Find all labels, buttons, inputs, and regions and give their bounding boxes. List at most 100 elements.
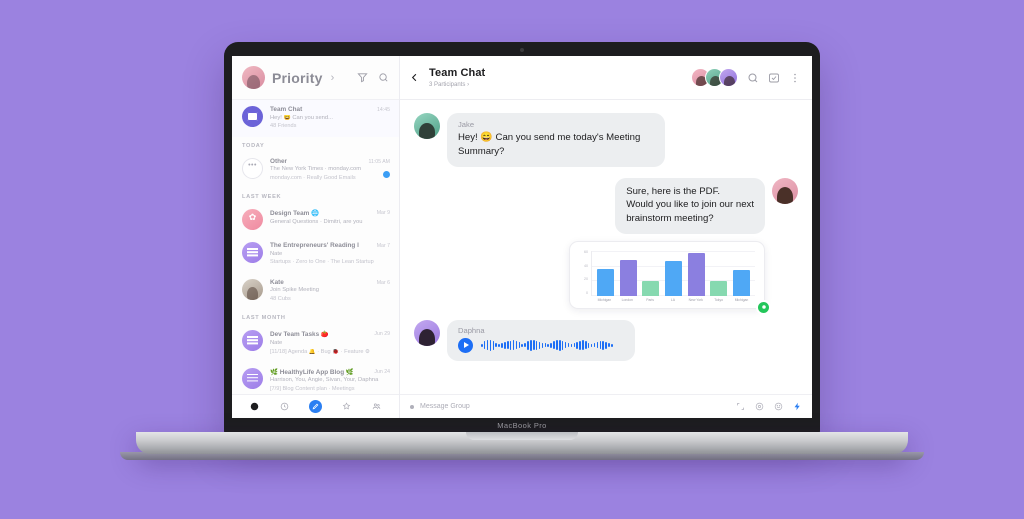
list-item[interactable]: Team Chat Hey! 😄 Can you send... 48 Frie… xyxy=(232,100,399,137)
waveform-bar xyxy=(492,340,495,350)
list-item-preview: General Questions · Dimitri, are you xyxy=(270,218,363,225)
emoji-icon[interactable] xyxy=(774,402,783,411)
people-icon[interactable] xyxy=(372,402,381,411)
more-vertical-icon[interactable] xyxy=(789,72,801,84)
attach-icon[interactable] xyxy=(755,402,764,411)
waveform-bar xyxy=(547,343,549,347)
chart-attachment[interactable]: 60 40 20 0 Michigan London Paris LA New … xyxy=(569,240,771,315)
list-item[interactable]: The Entrepreneurs' Reading l Nate Startu… xyxy=(232,236,399,273)
star-flower-icon[interactable] xyxy=(342,402,351,411)
message-bubble[interactable]: Jake Hey! 😄 Can you send me today's Meet… xyxy=(447,113,665,168)
bar xyxy=(733,270,751,296)
message-pdf: Sure, here is the PDF. Would you like to… xyxy=(414,178,798,315)
message-jake: Jake Hey! 😄 Can you send me today's Meet… xyxy=(414,113,798,168)
waveform-bar xyxy=(590,343,593,347)
message-bubble[interactable]: Sure, here is the PDF. Would you like to… xyxy=(615,178,765,234)
waveform-bar xyxy=(535,340,538,350)
y-tick: 60 xyxy=(584,249,588,254)
x-tick: LA xyxy=(670,297,676,302)
message-line: Sure, here is the PDF. xyxy=(626,186,721,198)
search-icon[interactable] xyxy=(747,72,759,84)
list-item-time: Jun 29 xyxy=(374,331,390,338)
avatar xyxy=(719,68,738,87)
group-label-today: TODAY xyxy=(242,142,265,149)
waveform-bar xyxy=(608,343,610,348)
waveform-bar xyxy=(530,339,532,351)
message-input[interactable]: Message Group xyxy=(420,403,470,410)
message-text: Hey! 😄 Can you send me today's Meeting S… xyxy=(458,131,654,158)
avatar xyxy=(242,106,263,127)
search-icon[interactable] xyxy=(378,72,389,83)
filter-icon[interactable] xyxy=(357,72,368,83)
compose-icon[interactable] xyxy=(308,400,322,413)
list-item-title: Design Team 🌐 xyxy=(270,210,320,218)
waveform-bar xyxy=(524,343,526,348)
audio-waveform[interactable] xyxy=(481,338,624,353)
waveform-bar xyxy=(507,341,509,350)
chevron-right-icon[interactable]: › xyxy=(331,72,335,84)
list-item-preview: Nate xyxy=(270,250,283,257)
sidebar-header: Priority › xyxy=(232,56,399,100)
message-composer: Message Group xyxy=(400,394,812,418)
waveform-bar xyxy=(585,341,587,350)
message-voice: Daphna xyxy=(414,319,798,361)
waveform-bar xyxy=(564,342,567,349)
list-item[interactable]: Dev Team Tasks 🍅 Nate [11/18] Agenda 🔔 ·… xyxy=(232,324,399,362)
group-label-last-week: LAST WEEK xyxy=(242,194,282,201)
tasks-checkbox-icon[interactable] xyxy=(768,72,780,84)
list-item-meta: monday.com · Really Good Emails xyxy=(270,174,356,181)
x-tick: Michigan xyxy=(734,297,749,302)
conversation-list[interactable]: Team Chat Hey! 😄 Can you send... 48 Frie… xyxy=(232,100,399,394)
avatar xyxy=(242,242,263,264)
plot-area xyxy=(591,250,755,296)
message-text-part: Hey! xyxy=(458,132,478,143)
smile-emoji-icon: 😄 xyxy=(480,132,493,143)
x-tick: New York xyxy=(688,297,703,302)
message-text: Sure, here is the PDF. Would you like to… xyxy=(626,185,754,225)
back-chevron-icon[interactable] xyxy=(409,72,420,83)
waveform-bar xyxy=(611,343,613,347)
bar xyxy=(619,259,637,296)
user-avatar[interactable] xyxy=(242,66,265,89)
waveform-bar xyxy=(573,343,575,348)
avatar xyxy=(242,330,263,352)
waveform-bar xyxy=(605,341,607,349)
chevron-right-icon: › xyxy=(467,81,470,88)
waveform-bar xyxy=(559,339,561,351)
share-send-icon[interactable] xyxy=(756,299,771,315)
list-item[interactable]: Design Team 🌐 General Questions · Dimitr… xyxy=(232,203,399,236)
clock-icon[interactable] xyxy=(280,402,289,411)
x-tick: Tokyo xyxy=(714,297,724,302)
avatar xyxy=(242,209,263,231)
avatar xyxy=(772,178,798,205)
laptop-base-foot xyxy=(120,452,924,460)
sidebar-title[interactable]: Priority xyxy=(272,70,323,86)
waveform-bar xyxy=(582,340,584,351)
participants-link[interactable]: 3 Participants › xyxy=(429,81,485,88)
laptop-mockup: MacBook Pro Priority › Team Chat Hey! 😄 … xyxy=(0,0,1024,519)
waveform-bar xyxy=(550,342,552,348)
list-item[interactable]: Other The New York Times · monday.com mo… xyxy=(232,152,399,189)
lightning-icon[interactable] xyxy=(793,402,802,411)
home-dot-icon[interactable] xyxy=(250,402,259,411)
waveform-bar xyxy=(518,342,521,349)
avatar xyxy=(242,278,263,300)
voice-message-bubble[interactable]: Daphna xyxy=(447,319,635,361)
expand-icon[interactable] xyxy=(736,402,745,411)
chat-header: Team Chat 3 Participants › xyxy=(400,56,812,100)
waveform-bar xyxy=(533,340,535,351)
waveform-bar xyxy=(593,343,596,348)
composer-dot-icon xyxy=(410,404,414,409)
avatar xyxy=(242,157,263,179)
waveform-bar xyxy=(602,340,604,350)
list-item-meta: Startups · Zero to One · The Lean Startu… xyxy=(270,259,374,266)
waveform-bar xyxy=(596,342,599,349)
list-item-time: Mar 7 xyxy=(376,243,390,250)
list-item[interactable]: 🌿 HealthyLife App Blog 🌿 Harrison, You, … xyxy=(232,362,399,394)
bar xyxy=(687,252,705,296)
list-item-time: Mar 6 xyxy=(376,279,390,286)
participant-avatars[interactable] xyxy=(691,68,738,87)
list-item-meta: [11/18] Agenda 🔔 · Bug 🐞 · Feature ⚙ xyxy=(270,348,371,355)
list-item[interactable]: Kate Join Spike Meeting 48 Cubs Mar 6 xyxy=(232,273,399,310)
play-icon[interactable] xyxy=(458,337,473,353)
